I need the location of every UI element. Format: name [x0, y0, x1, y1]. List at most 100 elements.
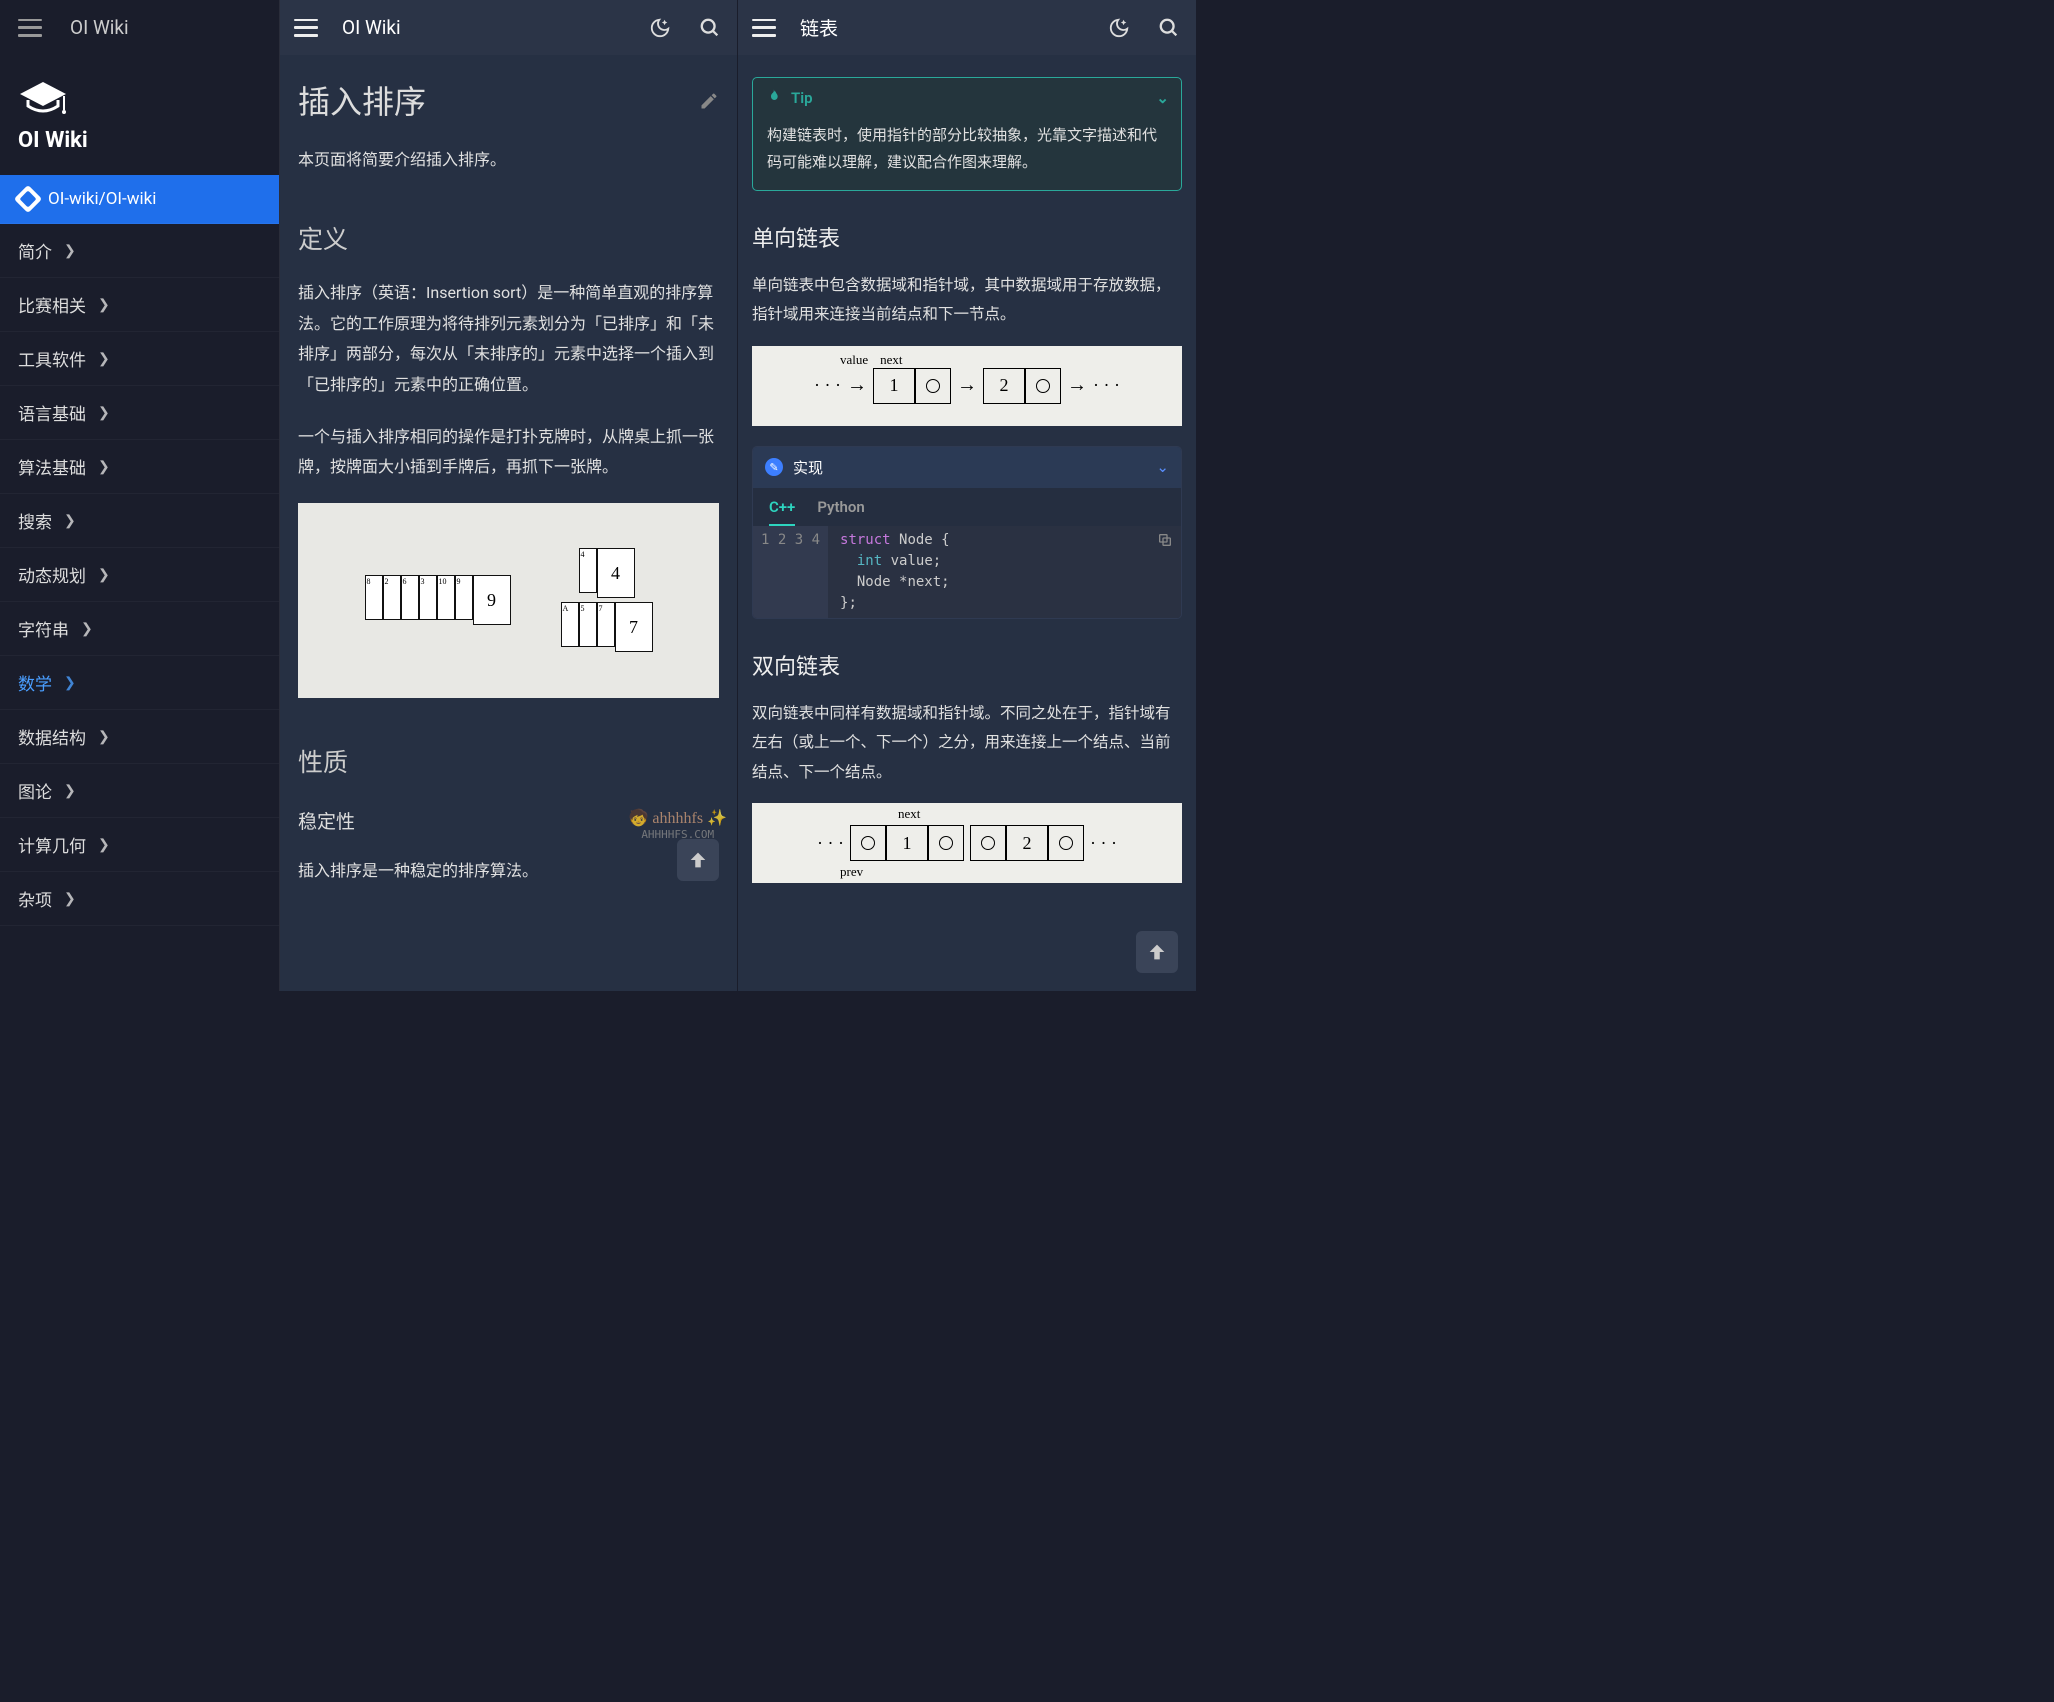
sidebar-item-label: 算法基础 [18, 454, 86, 479]
topbar-title: OI Wiki [70, 16, 129, 39]
line-numbers: 1 2 3 4 [753, 526, 828, 618]
sidebar-item[interactable]: 简介 ❯ [0, 224, 279, 278]
card: 7 [597, 602, 615, 647]
single-paragraph: 单向链表中包含数据域和指针域，其中数据域用于存放数据，指针域用来连接当前结点和下… [752, 271, 1182, 330]
sidebar-nav: OI-wiki/OI-wiki简介❯比赛相关❯工具软件❯语言基础❯算法基础❯搜索… [0, 175, 279, 926]
card: 9 [455, 575, 473, 620]
scroll-top-button[interactable] [1136, 931, 1178, 973]
sidebar-item-label: 字符串 [18, 616, 69, 641]
code-text: struct Node { int value; Node *next; }; [828, 526, 962, 618]
insertion-sort-illustration: 82631099 4 4 A 5 7 7 [298, 503, 719, 698]
mid-appbar: OI Wiki [280, 0, 737, 55]
code-block: 1 2 3 4 struct Node { int value; Node *n… [753, 526, 1181, 618]
edit-icon[interactable] [699, 81, 719, 119]
theme-toggle-icon[interactable] [1106, 15, 1132, 41]
card-big: 7 [615, 602, 653, 652]
sidebar-item[interactable]: 搜索 ❯ [0, 494, 279, 548]
chevron-right-icon: ❯ [98, 297, 110, 313]
sidebar-item[interactable]: 工具软件❯ [0, 332, 279, 386]
card: 10 [437, 575, 455, 620]
chevron-right-icon: ❯ [98, 351, 110, 367]
git-icon [14, 185, 42, 213]
tab-cpp[interactable]: C++ [769, 498, 795, 526]
chevron-down-icon[interactable]: ⌄ [1156, 89, 1169, 107]
search-icon[interactable] [1156, 15, 1182, 41]
menu-icon[interactable] [18, 19, 42, 37]
scroll-top-button[interactable] [677, 839, 719, 881]
sidebar-item[interactable]: 数据结构❯ [0, 710, 279, 764]
chevron-right-icon: ❯ [81, 621, 93, 637]
implementation-title: 实现 [793, 457, 823, 478]
theme-toggle-icon[interactable] [647, 15, 673, 41]
sidebar-item-label: 搜索 [18, 508, 52, 533]
chevron-right-icon: ❯ [98, 729, 110, 745]
tip-admonition: Tip ⌄ 构建链表时，使用指针的部分比较抽象，光靠文字描述和代码可能难以理解，… [752, 77, 1182, 191]
tip-title: Tip [791, 89, 813, 107]
sidebar-item-label: 杂项 [18, 886, 52, 911]
def-paragraph-2: 一个与插入排序相同的操作是打扑克牌时，从牌桌上抓一张牌，按牌面大小插到手牌后，再… [298, 422, 719, 483]
def-paragraph-1: 插入排序（英语：Insertion sort）是一种简单直观的排序算法。它的工作… [298, 278, 719, 400]
copy-icon[interactable] [1157, 532, 1173, 552]
article-content: 单向链表 单向链表中包含数据域和指针域，其中数据域用于存放数据，指针域用来连接当… [738, 191, 1196, 883]
sidebar-panel: OI Wiki OI Wiki OI-wiki/OI-wiki简介❯比赛相关❯工… [0, 0, 280, 991]
singly-linked-list-diagram: valuenext · · · → 1 → 2 → · · · [752, 346, 1182, 426]
page-title-text: 插入排序 [298, 77, 426, 123]
tip-body: 构建链表时，使用指针的部分比较抽象，光靠文字描述和代码可能难以理解，建议配合作图… [753, 118, 1181, 190]
chevron-right-icon: ❯ [64, 513, 76, 529]
sidebar-item-label: OI-wiki/OI-wiki [48, 189, 156, 209]
sidebar-item[interactable]: 算法基础 ❯ [0, 440, 279, 494]
pencil-circle-icon: ✎ [765, 458, 783, 476]
article-content: 插入排序 本页面将简要介绍插入排序。 定义 插入排序（英语：Insertion … [280, 55, 737, 991]
chevron-right-icon: ❯ [64, 243, 76, 259]
card-big: 9 [473, 575, 511, 625]
section-properties: 性质 [298, 743, 719, 779]
left-topbar: OI Wiki [0, 0, 279, 55]
sidebar-item[interactable]: 图论❯ [0, 764, 279, 818]
sidebar-item-label: 语言基础 [18, 400, 86, 425]
card: 4 [579, 548, 597, 593]
chevron-right-icon: ❯ [98, 405, 110, 421]
right-appbar: 链表 [738, 0, 1196, 55]
sidebar-item[interactable]: 语言基础 ❯ [0, 386, 279, 440]
sidebar-item[interactable]: 杂项❯ [0, 872, 279, 926]
chevron-down-icon[interactable]: ⌄ [1156, 458, 1169, 476]
tip-header[interactable]: Tip ⌄ [753, 78, 1181, 118]
menu-icon[interactable] [294, 19, 318, 37]
watermark: 🧒 ahhhhfs ✨ AHHHHFS.COM [629, 808, 728, 841]
chevron-right-icon: ❯ [64, 783, 76, 799]
chevron-right-icon: ❯ [64, 675, 76, 691]
sidebar-item[interactable]: 动态规划 ❯ [0, 548, 279, 602]
sidebar-item[interactable]: 比赛相关❯ [0, 278, 279, 332]
sidebar-item-label: 动态规划 [18, 562, 86, 587]
appbar-title: OI Wiki [342, 16, 623, 39]
article-panel-linked-list: 链表 Tip ⌄ 构建链表时，使用指针的部分比较抽象，光靠文字描述和代码可能难以… [738, 0, 1196, 991]
brand-title: OI Wiki [18, 128, 261, 153]
chevron-right-icon: ❯ [98, 837, 110, 853]
code-tabs: C++ Python [753, 488, 1181, 526]
card: 5 [579, 602, 597, 647]
tab-python[interactable]: Python [817, 498, 864, 526]
double-paragraph: 双向链表中同样有数据域和指针域。不同之处在于，指针域有左右（或上一个、下一个）之… [752, 699, 1182, 787]
chevron-right-icon: ❯ [98, 459, 110, 475]
intro-paragraph: 本页面将简要介绍插入排序。 [298, 145, 719, 175]
article-panel-insertion-sort: OI Wiki 插入排序 本页面将简要介绍插入排序。 定义 插入排序（英语：In… [280, 0, 738, 991]
sidebar-item[interactable]: OI-wiki/OI-wiki [0, 175, 279, 224]
sidebar-item[interactable]: 数学❯ [0, 656, 279, 710]
implementation-block: ✎ 实现 ⌄ C++ Python 1 2 3 4 struct Node { … [752, 446, 1182, 619]
card: 2 [383, 575, 401, 620]
sidebar-item-label: 简介 [18, 238, 52, 263]
section-doubly-linked-list: 双向链表 [752, 649, 1182, 681]
search-icon[interactable] [697, 15, 723, 41]
doubly-linked-list-diagram: next prev · · · 1 2 · · · [752, 803, 1182, 883]
card: 8 [365, 575, 383, 620]
sidebar-item[interactable]: 字符串 ❯ [0, 602, 279, 656]
menu-icon[interactable] [752, 19, 776, 37]
brand-area: OI Wiki [0, 55, 279, 163]
card: A [561, 602, 579, 647]
chevron-right-icon: ❯ [98, 567, 110, 583]
sidebar-item[interactable]: 计算几何❯ [0, 818, 279, 872]
section-singly-linked-list: 单向链表 [752, 221, 1182, 253]
page-title: 插入排序 [298, 77, 719, 123]
implementation-header[interactable]: ✎ 实现 ⌄ [753, 447, 1181, 488]
card: 3 [419, 575, 437, 620]
